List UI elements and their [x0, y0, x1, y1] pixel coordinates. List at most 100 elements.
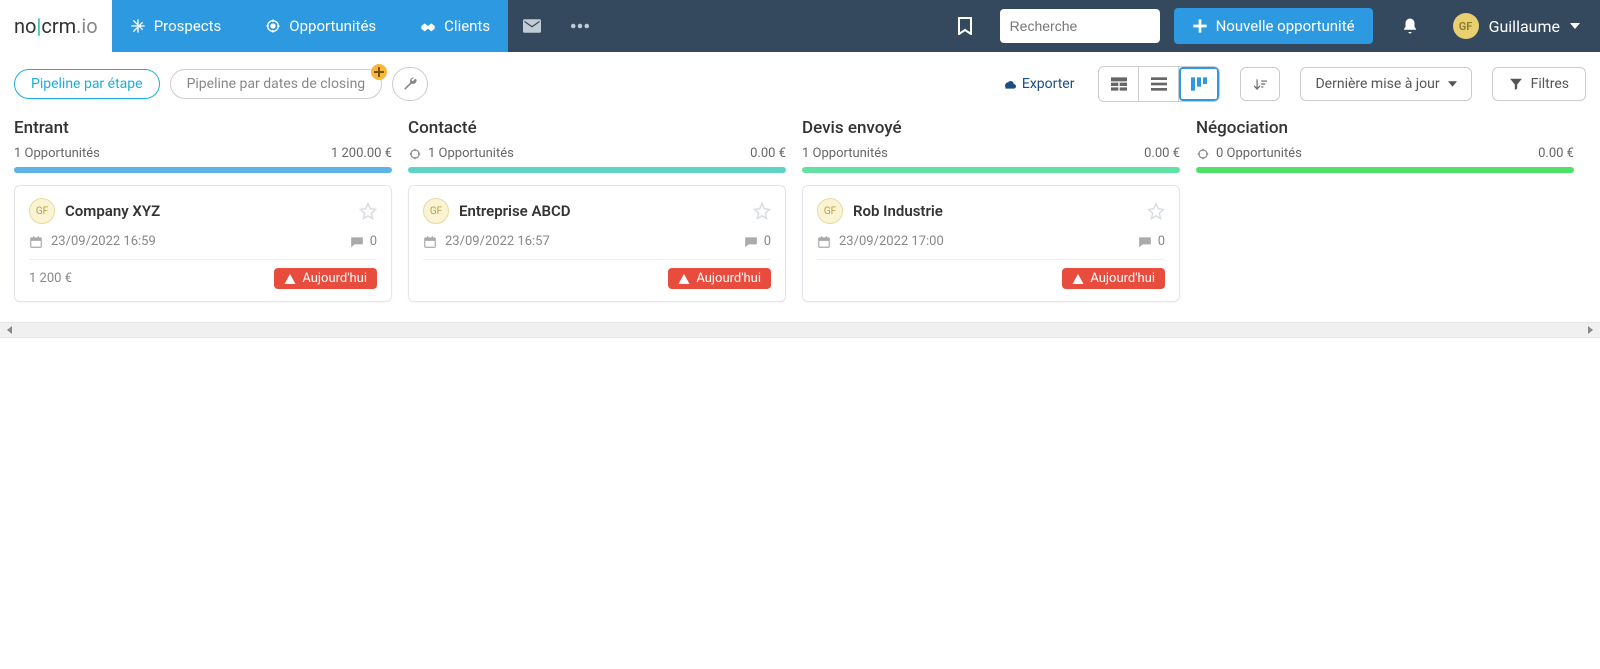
star-button[interactable] [1147, 202, 1165, 220]
column-count: 0 Opportunités [1216, 146, 1302, 161]
sort-direction-button[interactable] [1240, 67, 1280, 101]
add-pipeline-badge[interactable] [371, 64, 387, 80]
opportunity-card[interactable]: GFEntreprise ABCD23/09/2022 16:570Aujour… [408, 185, 786, 302]
card-warning-badge: Aujourd'hui [1062, 268, 1165, 289]
bookmark-button[interactable] [944, 17, 986, 35]
avatar: GF [1453, 13, 1479, 39]
nav-more-button[interactable] [556, 23, 604, 29]
warning-icon [678, 273, 690, 285]
opportunity-card[interactable]: GFCompany XYZ23/09/2022 16:5901 200 €Auj… [14, 185, 392, 302]
calendar-icon [817, 235, 831, 249]
warning-icon [1072, 273, 1084, 285]
card-datetime: 23/09/2022 16:59 [51, 234, 156, 249]
bell-icon [1401, 16, 1419, 36]
table-icon [1111, 77, 1127, 91]
card-warning-badge: Aujourd'hui [274, 268, 377, 289]
filters-label: Filtres [1531, 76, 1569, 92]
nav-tab-clients-label: Clients [444, 17, 490, 35]
view-table-button[interactable] [1099, 67, 1139, 101]
topnav: no|crm.io Prospects Opportunités Clients… [0, 0, 1600, 52]
user-menu[interactable]: GF Guillaume [1433, 13, 1600, 39]
scroll-left-icon [6, 326, 14, 334]
target-small-icon [408, 147, 422, 161]
card-comments-count: 0 [370, 234, 377, 249]
column-title: Négociation [1196, 118, 1574, 138]
column-stats: 0 Opportunités0.00 € [1196, 146, 1574, 161]
card-title: Entreprise ABCD [459, 202, 743, 220]
view-switch-group [1098, 66, 1220, 102]
pipeline-column: Négociation 0 Opportunités0.00 € [1196, 118, 1574, 302]
view-kanban-button[interactable] [1179, 67, 1219, 101]
logo[interactable]: no|crm.io [0, 0, 112, 52]
nav-tab-prospects[interactable]: Prospects [112, 0, 240, 52]
horizontal-scrollbar[interactable] [0, 322, 1600, 338]
column-title: Entrant [14, 118, 392, 138]
nav-tab-opportunites[interactable]: Opportunités [239, 0, 394, 52]
ellipsis-icon [571, 23, 589, 29]
comment-icon [1138, 235, 1152, 249]
notifications-button[interactable] [1387, 16, 1433, 36]
card-warning-label: Aujourd'hui [1090, 271, 1155, 286]
user-name: Guillaume [1489, 17, 1560, 36]
pipeline-column: Devis envoyé 1 Opportunités0.00 € GF Rob In… [802, 118, 1180, 302]
card-owner-avatar: GF [423, 198, 449, 224]
pipeline-column: Contacté1 Opportunités0.00 €GFEntreprise… [408, 118, 786, 302]
warning-icon [284, 273, 296, 285]
star-icon [1147, 202, 1165, 220]
star-button[interactable] [753, 202, 771, 220]
column-amount: 1 200.00 € [331, 146, 392, 161]
download-cloud-icon [1002, 77, 1016, 91]
wrench-icon [402, 76, 418, 92]
card-datetime: 23/09/2022 17:00 [839, 234, 944, 249]
view-list-button[interactable] [1139, 67, 1179, 101]
column-amount: 0.00 € [750, 146, 786, 161]
card-comments-count: 0 [1158, 234, 1165, 249]
column-progress-bar [14, 167, 392, 173]
sort-by-label: Dernière mise à jour [1315, 76, 1439, 92]
comment-icon [350, 235, 364, 249]
star-button[interactable] [359, 202, 377, 220]
card-title: Rob Industrie [853, 202, 1137, 220]
column-stats: 1 Opportunités 0.00 € [408, 146, 786, 161]
column-count: 1 Opportunités [428, 146, 514, 161]
filter-icon [1509, 77, 1523, 91]
nav-mail-button[interactable] [508, 19, 556, 33]
pill-pipeline-closing[interactable]: Pipeline par dates de closing [170, 69, 383, 99]
card-warning-label: Aujourd'hui [302, 271, 367, 286]
nav-tab-prospects-label: Prospects [154, 17, 222, 35]
settings-wrench-button[interactable] [392, 67, 428, 101]
column-progress-bar [408, 167, 786, 173]
filters-button[interactable]: Filtres [1492, 67, 1586, 101]
opportunity-card[interactable]: GF Rob Industrie 23/09/2022 17:00 0 Aujourd'… [802, 185, 1180, 302]
list-icon [1151, 77, 1167, 91]
logo-text-no: no [14, 14, 36, 38]
toolbar: Pipeline par étape Pipeline par dates de… [0, 52, 1600, 112]
pill-pipeline-stage[interactable]: Pipeline par étape [14, 69, 160, 99]
export-link[interactable]: Exporter [1002, 76, 1075, 92]
new-opportunity-button[interactable]: Nouvelle opportunité [1174, 8, 1373, 44]
handshake-icon [420, 18, 436, 34]
plus-icon [1192, 18, 1208, 34]
column-stats: 1 Opportunités0.00 € [802, 146, 1180, 161]
target-icon [265, 18, 281, 34]
calendar-icon [423, 235, 437, 249]
card-owner-avatar: GF [817, 198, 843, 224]
nav-tab-clients[interactable]: Clients [394, 0, 508, 52]
column-count: 1 Opportunités [802, 146, 888, 161]
snowflake-icon [130, 18, 146, 34]
kanban-icon [1191, 77, 1207, 91]
star-icon [753, 202, 771, 220]
comment-icon [744, 235, 758, 249]
column-count: 1 Opportunités [14, 146, 100, 161]
search-input[interactable] [1010, 18, 1191, 34]
sort-icon [1253, 77, 1267, 91]
column-title: Devis envoyé [802, 118, 1180, 138]
bookmark-icon [958, 17, 972, 35]
column-progress-bar [802, 167, 1180, 173]
search-box[interactable] [1000, 9, 1160, 43]
scroll-right-icon [1586, 326, 1594, 334]
new-opportunity-label: Nouvelle opportunité [1216, 17, 1355, 35]
card-owner-avatar: GF [29, 198, 55, 224]
sort-by-dropdown[interactable]: Dernière mise à jour [1300, 67, 1471, 101]
star-icon [359, 202, 377, 220]
